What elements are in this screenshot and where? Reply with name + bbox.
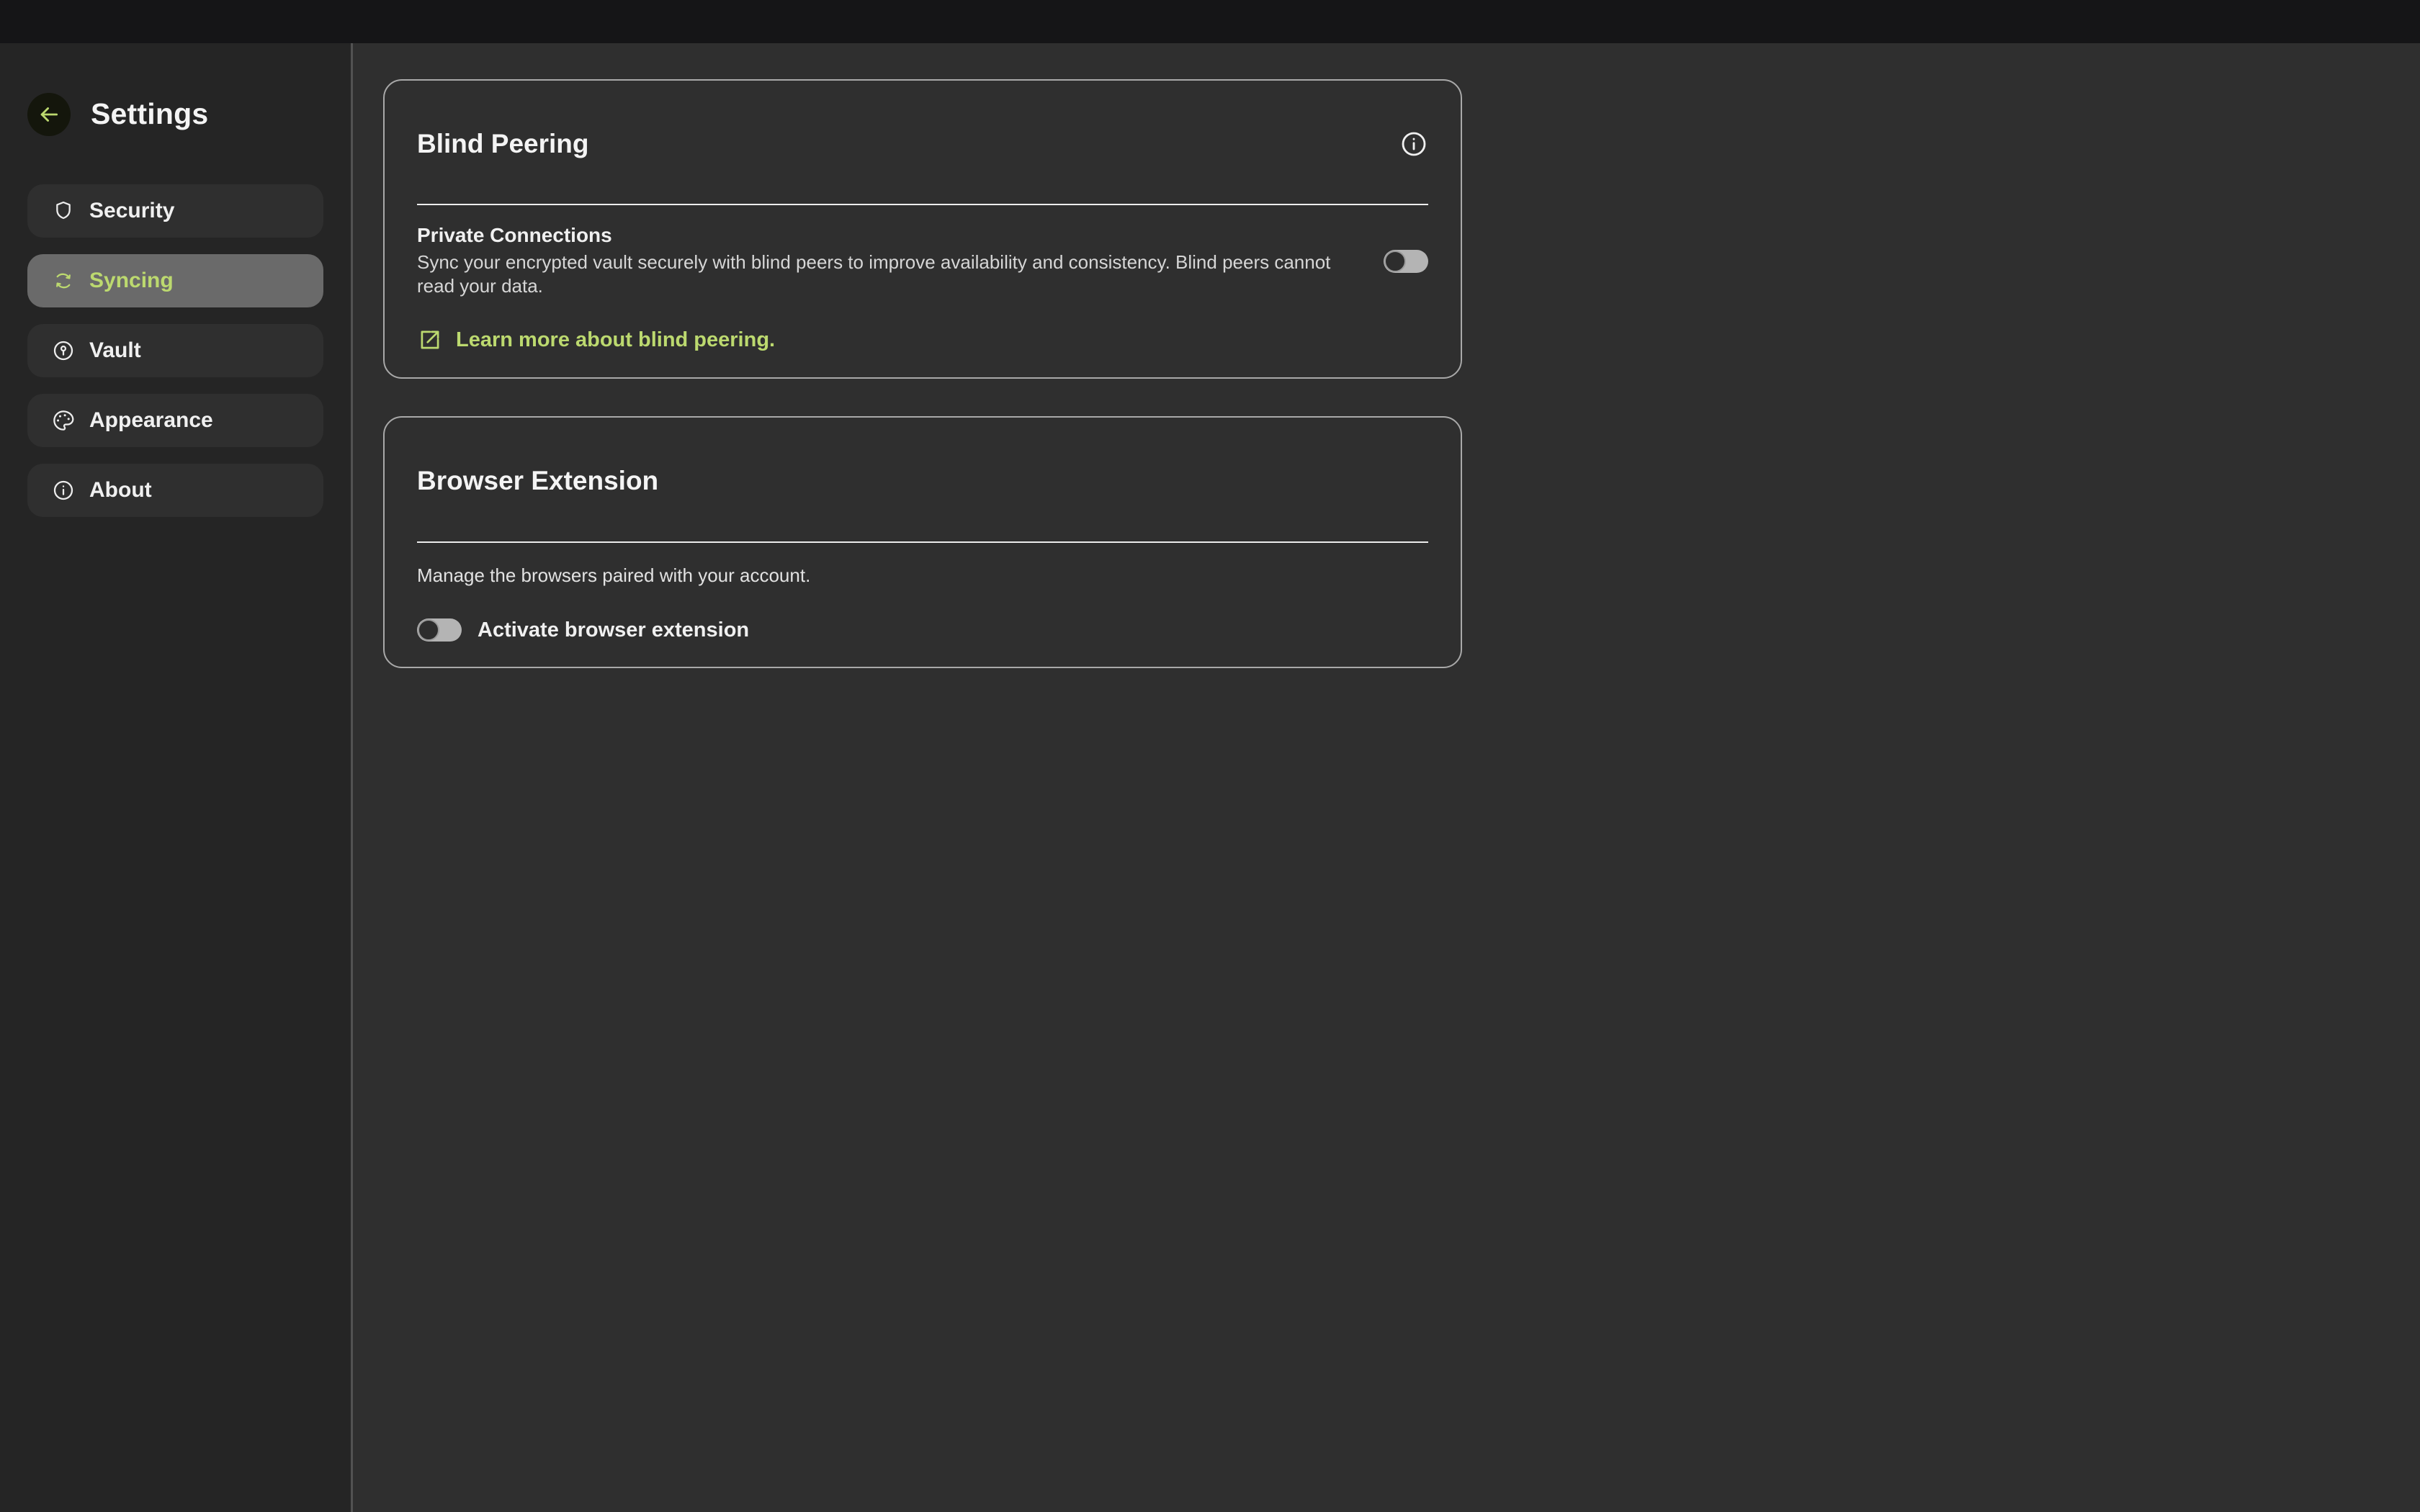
app-content: Settings Security Syncing [0,43,2420,1512]
sidebar-item-security[interactable]: Security [27,184,323,238]
settings-main-panel: Blind Peering Private Connections Sync y… [353,43,2420,1512]
sidebar-item-appearance[interactable]: Appearance [27,394,323,447]
activate-extension-toggle[interactable] [417,618,462,642]
blind-peering-card-header: Blind Peering [417,107,1428,181]
setting-description: Sync your encrypted vault securely with … [417,251,1368,298]
sidebar-header: Settings [27,78,323,151]
sidebar-item-about[interactable]: About [27,464,323,517]
sidebar-item-syncing[interactable]: Syncing [27,254,323,307]
card-divider [417,541,1428,543]
info-icon [1399,130,1428,158]
back-button[interactable] [27,93,71,136]
setting-name: Private Connections [417,224,1368,247]
card-title: Blind Peering [417,129,588,159]
activate-extension-label: Activate browser extension [478,618,749,642]
activate-extension-row: Activate browser extension [417,618,1428,642]
blind-peering-card: Blind Peering Private Connections Sync y… [383,79,1462,379]
toggle-knob [418,619,439,641]
sidebar-item-label: Security [89,199,174,223]
sidebar-nav: Security Syncing Vault [27,184,323,517]
sidebar-item-label: Syncing [89,269,174,293]
shield-icon [52,199,75,222]
sidebar-item-label: Appearance [89,408,213,433]
page-title: Settings [91,97,208,131]
sidebar-item-label: About [89,478,152,503]
private-connections-row: Private Connections Sync your encrypted … [417,224,1428,298]
browser-extension-card-header: Browser Extension [417,444,1428,518]
learn-more-link[interactable]: Learn more about blind peering. [417,327,775,353]
info-icon [52,479,75,502]
sidebar-item-vault[interactable]: Vault [27,324,323,377]
toggle-knob [1384,251,1406,272]
private-connections-toggle[interactable] [1384,250,1428,273]
external-link-icon [417,327,443,353]
browser-extension-card: Browser Extension Manage the browsers pa… [383,416,1462,667]
window-top-bar [0,0,2420,43]
settings-sidebar: Settings Security Syncing [0,43,353,1512]
card-title: Browser Extension [417,466,658,496]
keyhole-icon [52,339,75,362]
browser-extension-description: Manage the browsers paired with your acc… [417,564,1428,587]
palette-icon [52,409,75,432]
sync-icon [52,269,75,292]
blind-peering-info-button[interactable] [1399,130,1428,158]
sidebar-item-label: Vault [89,338,141,363]
arrow-left-icon [37,102,61,127]
private-connections-texts: Private Connections Sync your encrypted … [417,224,1368,298]
learn-more-link-label: Learn more about blind peering. [456,328,775,352]
card-divider [417,204,1428,205]
